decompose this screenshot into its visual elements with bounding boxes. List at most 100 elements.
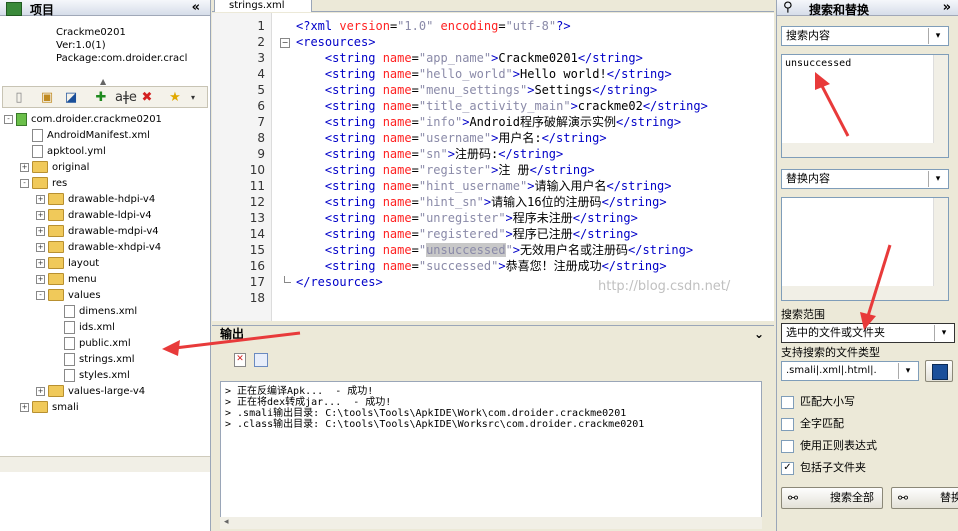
collapse-icon[interactable]: - <box>20 178 29 188</box>
tree-folder-item[interactable]: + values-large-v4 <box>36 384 145 400</box>
output-title: 输出 ⌄ <box>212 325 774 342</box>
scope-select[interactable]: 选中的文件或文件夹 ▾ <box>781 323 955 343</box>
checkbox-box[interactable] <box>781 395 794 409</box>
folder-icon <box>48 209 64 221</box>
subfolders-checkbox[interactable]: ✓ 包括子文件夹 <box>781 460 866 476</box>
output-horizontal-scrollbar[interactable]: ◂ <box>220 517 762 529</box>
tree-file-item[interactable]: ids.xml <box>52 320 115 336</box>
tree-folder-item[interactable]: - com.droider.crackme0201 <box>4 112 162 128</box>
file-types-settings-button[interactable] <box>925 360 953 382</box>
tree-horizontal-scrollbar[interactable] <box>0 456 210 472</box>
tree-item-label: apktool.yml <box>47 146 106 157</box>
checkmark-icon[interactable]: ✓ <box>781 461 794 475</box>
replace-input-scrollbar[interactable] <box>933 198 948 286</box>
project-tree: - com.droider.crackme0201 AndroidManifest.… <box>4 112 209 456</box>
project-icon <box>6 2 22 16</box>
favorite-star-icon[interactable]: ★ <box>167 90 183 106</box>
collapse-panel-button[interactable]: « <box>192 0 200 15</box>
tree-folder-item[interactable]: + drawable-ldpi-v4 <box>36 208 152 224</box>
chevron-down-icon[interactable]: ▾ <box>928 28 947 44</box>
delete-icon[interactable]: ✖ <box>139 90 155 106</box>
expand-icon[interactable]: + <box>20 402 29 412</box>
expand-icon[interactable]: + <box>36 194 45 204</box>
expand-icon[interactable]: + <box>36 274 45 284</box>
output-line: > .smali输出目录: C:\tools\Tools\ApkIDE\Work… <box>225 408 627 419</box>
collapse-icon[interactable]: - <box>36 290 45 300</box>
output-log: > 正在反编译Apk... - 成功! > 正在将dex转成jar... - 成功… <box>220 381 762 521</box>
add-icon[interactable]: ✚ <box>93 90 109 106</box>
file-icon <box>64 304 75 318</box>
search-input-hscrollbar[interactable] <box>782 143 948 157</box>
tree-file-item[interactable]: strings.xml <box>52 352 135 368</box>
rename-icon[interactable]: aǂe <box>115 90 137 106</box>
chevron-down-icon[interactable]: ▾ <box>185 90 201 106</box>
watermark: http://blog.csdn.net/ <box>598 279 731 294</box>
tree-folder-item[interactable]: - res <box>20 176 67 192</box>
scope-label: 搜索范围 <box>781 308 825 321</box>
expand-icon[interactable]: + <box>36 210 45 220</box>
tree-folder-item[interactable]: + smali <box>20 400 79 416</box>
collapse-icon[interactable]: - <box>4 114 13 124</box>
scope-value: 选中的文件或文件夹 <box>786 326 885 339</box>
whole-word-checkbox[interactable]: 全字匹配 <box>781 416 844 432</box>
tree-item-label: styles.xml <box>79 370 130 381</box>
code-editor[interactable]: 1 2 3 4 5 6 7 8 9 10 11 12 13 14 15 16 17 18 http://blog.… <box>212 13 774 321</box>
tree-folder-item[interactable]: + drawable-mdpi-v4 <box>36 224 159 240</box>
tree-file-item[interactable]: apktool.yml <box>20 144 106 160</box>
chevron-down-icon[interactable]: ▾ <box>928 171 947 187</box>
tree-file-item[interactable]: public.xml <box>52 336 131 352</box>
expand-icon[interactable]: + <box>36 386 45 396</box>
folder-icon <box>48 289 64 301</box>
tree-file-item[interactable]: styles.xml <box>52 368 130 384</box>
search-input-scrollbar[interactable] <box>933 55 948 143</box>
regex-checkbox[interactable]: 使用正则表达式 <box>781 438 877 454</box>
replace-input-hscrollbar[interactable] <box>782 286 948 300</box>
tree-folder-item[interactable]: + original <box>20 160 89 176</box>
chevron-down-icon[interactable]: ▾ <box>934 325 953 341</box>
checkbox-box[interactable] <box>781 439 794 453</box>
tree-folder-item[interactable]: + drawable-hdpi-v4 <box>36 192 155 208</box>
tab-strings-xml[interactable]: strings.xml <box>214 0 312 12</box>
search-all-button[interactable]: ⚯ 搜索全部 <box>781 487 883 509</box>
replace-history-combo[interactable]: 替换内容 ▾ <box>781 169 949 189</box>
new-file-icon[interactable]: ▯ <box>11 90 27 106</box>
tree-folder-item[interactable]: + layout <box>36 256 99 272</box>
clear-output-icon[interactable]: ✕ <box>234 353 246 367</box>
chevron-down-icon[interactable]: ⌄ <box>754 326 764 343</box>
expand-icon[interactable]: + <box>36 226 45 236</box>
tree-item-label: AndroidManifest.xml <box>47 130 150 141</box>
fold-collapse-icon[interactable]: − <box>280 38 290 48</box>
tree-folder-item[interactable]: - values <box>36 288 101 304</box>
replace-button[interactable]: ⚯ 替换 <box>891 487 958 509</box>
open-folder-icon[interactable]: ▣ <box>39 90 55 106</box>
output-line: > 正在将dex转成jar... - 成功! <box>225 397 392 408</box>
search-history-combo[interactable]: 搜索内容 ▾ <box>781 26 949 46</box>
replace-label: 替换内容 <box>786 172 830 185</box>
checkbox-box[interactable] <box>781 417 794 431</box>
tree-file-item[interactable]: dimens.xml <box>52 304 137 320</box>
refresh-icon[interactable]: ◪ <box>63 90 79 106</box>
tree-item-label: dimens.xml <box>79 306 138 317</box>
expand-panel-button[interactable]: » <box>943 0 951 15</box>
file-icon <box>64 368 75 382</box>
expand-icon[interactable]: + <box>36 242 45 252</box>
expand-icon[interactable]: + <box>36 258 45 268</box>
tree-file-item[interactable]: AndroidManifest.xml <box>20 128 150 144</box>
search-input[interactable]: unsuccessed <box>781 54 949 158</box>
tree-item-label: ids.xml <box>79 322 115 333</box>
replace-input[interactable] <box>781 197 949 301</box>
copy-icon[interactable] <box>254 353 268 367</box>
match-case-checkbox[interactable]: 匹配大小写 <box>781 394 855 410</box>
output-panel: 输出 ⌄ ✕ > 正在反编译Apk... - 成功! > 正在将dex转成jar..… <box>212 325 774 531</box>
tree-folder-item[interactable]: + drawable-xhdpi-v4 <box>36 240 161 256</box>
splitter-up-icon[interactable]: ▲ <box>100 77 106 86</box>
file-types-label: 支持搜索的文件类型 <box>781 346 880 359</box>
app-package: Package:com.droider.cracl <box>56 53 188 64</box>
search-panel-header: ⚲ 搜索和替换 » <box>777 0 958 17</box>
tree-folder-item[interactable]: + menu <box>36 272 97 288</box>
chevron-down-icon[interactable]: ▾ <box>898 363 917 379</box>
file-types-select[interactable]: .smali|.xml|.html|. ▾ <box>781 361 919 381</box>
app-name: Crackme0201 <box>56 27 126 38</box>
editor-tab-bar: strings.xml <box>212 0 774 12</box>
expand-icon[interactable]: + <box>20 162 29 172</box>
